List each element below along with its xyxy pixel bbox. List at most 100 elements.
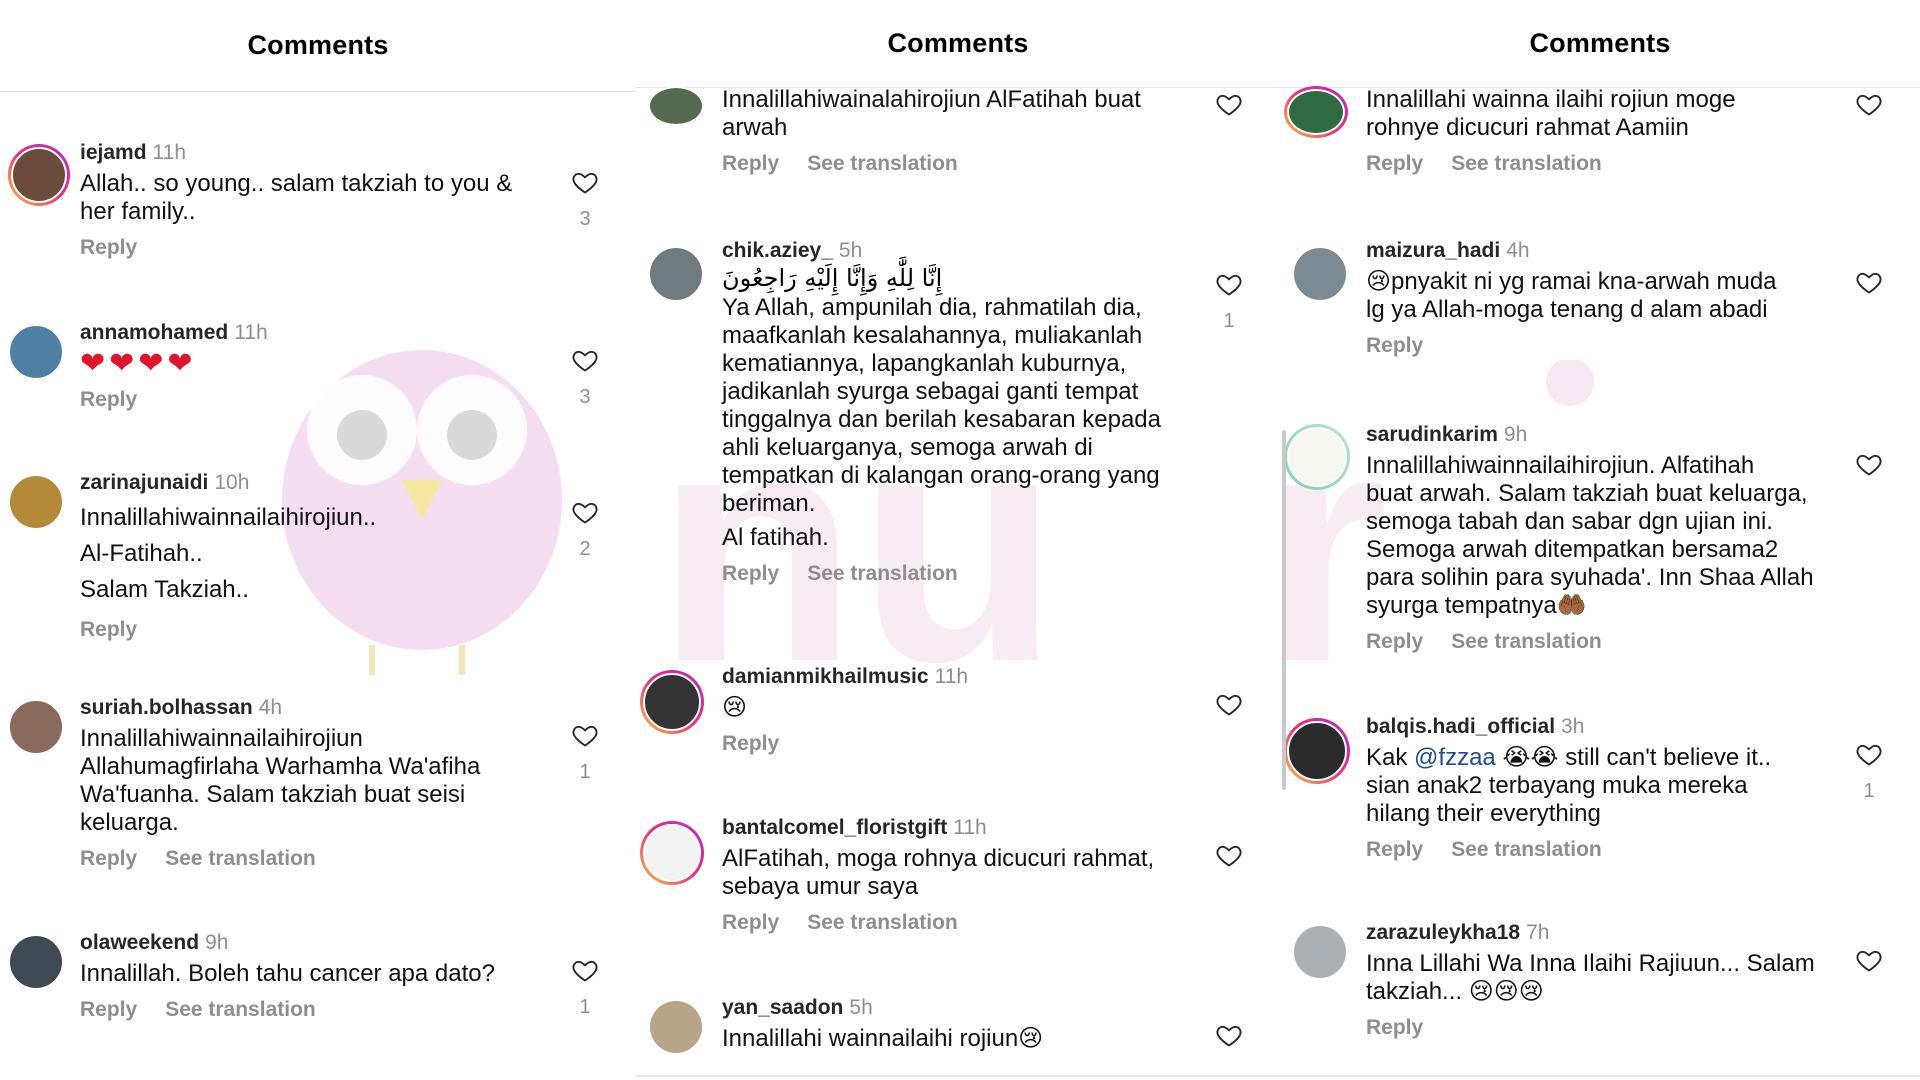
reply-button[interactable]: Reply bbox=[1366, 630, 1423, 653]
comment-text: Innalillahiwainnailaihirojiun. Alfatihah… bbox=[1366, 452, 1814, 619]
avatar[interactable] bbox=[648, 86, 704, 126]
like-count: 2 bbox=[579, 538, 591, 560]
comment-text: 😢pnyakit ni yg ramai kna-arwah muda lg y… bbox=[1366, 268, 1777, 323]
see-translation-link[interactable]: See translation bbox=[165, 998, 316, 1021]
see-translation-link[interactable]: See translation bbox=[807, 911, 958, 934]
heart-outline-icon[interactable] bbox=[1214, 841, 1244, 869]
divider bbox=[636, 1075, 1920, 1077]
heart-outline-icon[interactable] bbox=[570, 346, 600, 374]
username[interactable]: chik.aziey_ bbox=[722, 239, 833, 262]
avatar[interactable] bbox=[8, 144, 70, 206]
avatar[interactable] bbox=[1292, 246, 1348, 302]
see-translation-link[interactable]: See translation bbox=[1451, 152, 1602, 175]
mention-link[interactable]: @fzzaa bbox=[1414, 744, 1496, 771]
like-count: 3 bbox=[579, 386, 591, 408]
username[interactable]: annamohamed bbox=[80, 321, 228, 344]
timestamp: 4h bbox=[1506, 239, 1530, 262]
username[interactable]: balqis.hadi_official bbox=[1366, 715, 1555, 738]
avatar[interactable] bbox=[1284, 718, 1350, 784]
reply-button[interactable]: Reply bbox=[1366, 838, 1423, 861]
comment-text: Innalillahiwainnailaihirojiun Allahumagf… bbox=[80, 725, 481, 836]
reply-button[interactable]: Reply bbox=[722, 732, 779, 755]
panel-header: Comments bbox=[0, 0, 636, 92]
comment-text: 😢 bbox=[722, 694, 748, 721]
see-translation-link[interactable]: See translation bbox=[165, 847, 316, 870]
timestamp: 10h bbox=[214, 471, 250, 494]
avatar[interactable] bbox=[640, 670, 704, 734]
heart-outline-icon[interactable] bbox=[570, 956, 600, 984]
comment-text: Inna Lillahi Wa Inna Ilaihi Rajiuun... S… bbox=[1366, 950, 1815, 1005]
reply-button[interactable]: Reply bbox=[1366, 1016, 1423, 1039]
timestamp: 9h bbox=[1503, 423, 1528, 446]
heart-outline-icon[interactable] bbox=[1214, 1021, 1244, 1049]
reply-button[interactable]: Reply bbox=[80, 847, 137, 870]
heart-outline-icon[interactable] bbox=[1214, 90, 1244, 118]
username[interactable]: zarinajunaidi bbox=[80, 471, 208, 494]
timestamp: 11h bbox=[152, 141, 187, 164]
see-translation-link[interactable]: See translation bbox=[807, 562, 958, 585]
see-translation-link[interactable]: See translation bbox=[807, 152, 958, 175]
username[interactable]: suriah.bolhassan bbox=[80, 696, 253, 719]
comments-panel-3: Comments r Innalillahi wainna ilaihi roj… bbox=[1280, 0, 1920, 1080]
timestamp: 5h bbox=[849, 996, 873, 1019]
heart-outline-icon[interactable] bbox=[1854, 268, 1884, 296]
username[interactable]: iejamd bbox=[80, 141, 147, 164]
heart-outline-icon[interactable] bbox=[570, 168, 600, 196]
heart-outline-icon[interactable] bbox=[1854, 450, 1884, 478]
reply-button[interactable]: Reply bbox=[80, 618, 137, 641]
avatar[interactable] bbox=[8, 474, 64, 530]
scrollbar[interactable] bbox=[1282, 430, 1286, 790]
like-count: 1 bbox=[1223, 310, 1235, 332]
username[interactable]: damianmikhailmusic bbox=[722, 665, 929, 688]
heart-outline-icon[interactable] bbox=[570, 721, 600, 749]
heart-outline-icon[interactable] bbox=[1214, 690, 1244, 718]
username[interactable]: yan_saadon bbox=[722, 996, 843, 1019]
comment-text-extra: Al fatihah. bbox=[722, 524, 829, 551]
username[interactable]: bantalcomel_floristgift bbox=[722, 816, 947, 839]
timestamp: 11h bbox=[934, 665, 969, 688]
avatar[interactable] bbox=[648, 999, 704, 1055]
like-count: 3 bbox=[579, 208, 591, 230]
reply-button[interactable]: Reply bbox=[722, 911, 779, 934]
avatar[interactable] bbox=[640, 821, 704, 885]
heart-outline-icon[interactable] bbox=[1214, 270, 1244, 298]
comment-arabic-text: إِنَّا لِلَّٰهِ وَإِنَّا إِلَيْهِ رَاجِع… bbox=[722, 264, 943, 292]
avatar[interactable] bbox=[8, 324, 64, 380]
comments-panel-1: Comments iejamd 11h Allah.. so young.. sa… bbox=[0, 0, 636, 1080]
reply-button[interactable]: Reply bbox=[1366, 152, 1423, 175]
reply-button[interactable]: Reply bbox=[80, 388, 137, 411]
comment-text: Innalillahi wainna ilaihi rojiun moge ro… bbox=[1366, 86, 1736, 141]
username[interactable]: sarudinkarim bbox=[1366, 423, 1498, 446]
reply-button[interactable]: Reply bbox=[1366, 334, 1423, 357]
avatar[interactable] bbox=[648, 246, 704, 302]
see-translation-link[interactable]: See translation bbox=[1451, 838, 1602, 861]
timestamp: 5h bbox=[838, 239, 863, 262]
panel-title: Comments bbox=[1529, 28, 1671, 58]
username[interactable]: maizura_hadi bbox=[1366, 239, 1500, 262]
comment-text: AlFatihah, moga rohnya dicucuri rahmat, … bbox=[722, 845, 1155, 900]
avatar[interactable] bbox=[8, 934, 64, 990]
reply-button[interactable]: Reply bbox=[80, 998, 137, 1021]
like-count: 1 bbox=[579, 996, 591, 1018]
timestamp: 9h bbox=[205, 931, 229, 954]
comment-text: Ya Allah, ampunilah dia, rahmatilah dia,… bbox=[722, 294, 1161, 517]
avatar[interactable] bbox=[1292, 924, 1348, 980]
username[interactable]: zarazuleykha18 bbox=[1366, 921, 1520, 944]
heart-outline-icon[interactable] bbox=[1854, 740, 1884, 768]
see-translation-link[interactable]: See translation bbox=[1451, 630, 1602, 653]
timestamp: 4h bbox=[258, 696, 283, 719]
comment-text: ❤❤❤❤ bbox=[80, 347, 197, 380]
avatar[interactable] bbox=[8, 699, 64, 755]
avatar[interactable] bbox=[1284, 424, 1350, 490]
timestamp: 11h bbox=[234, 321, 268, 344]
reply-button[interactable]: Reply bbox=[722, 562, 779, 585]
heart-outline-icon[interactable] bbox=[570, 498, 600, 526]
avatar[interactable] bbox=[1284, 86, 1348, 138]
reply-button[interactable]: Reply bbox=[722, 152, 779, 175]
comment-text: Innalillahiwainnailaihirojiun.. Al-Fatih… bbox=[80, 504, 377, 603]
reply-button[interactable]: Reply bbox=[80, 236, 137, 259]
heart-outline-icon[interactable] bbox=[1854, 946, 1884, 974]
heart-outline-icon[interactable] bbox=[1854, 90, 1884, 118]
username[interactable]: olaweekend bbox=[80, 931, 199, 954]
comment-text: Kak @fzzaa 😭😭 still can't believe it.. s… bbox=[1366, 744, 1828, 828]
